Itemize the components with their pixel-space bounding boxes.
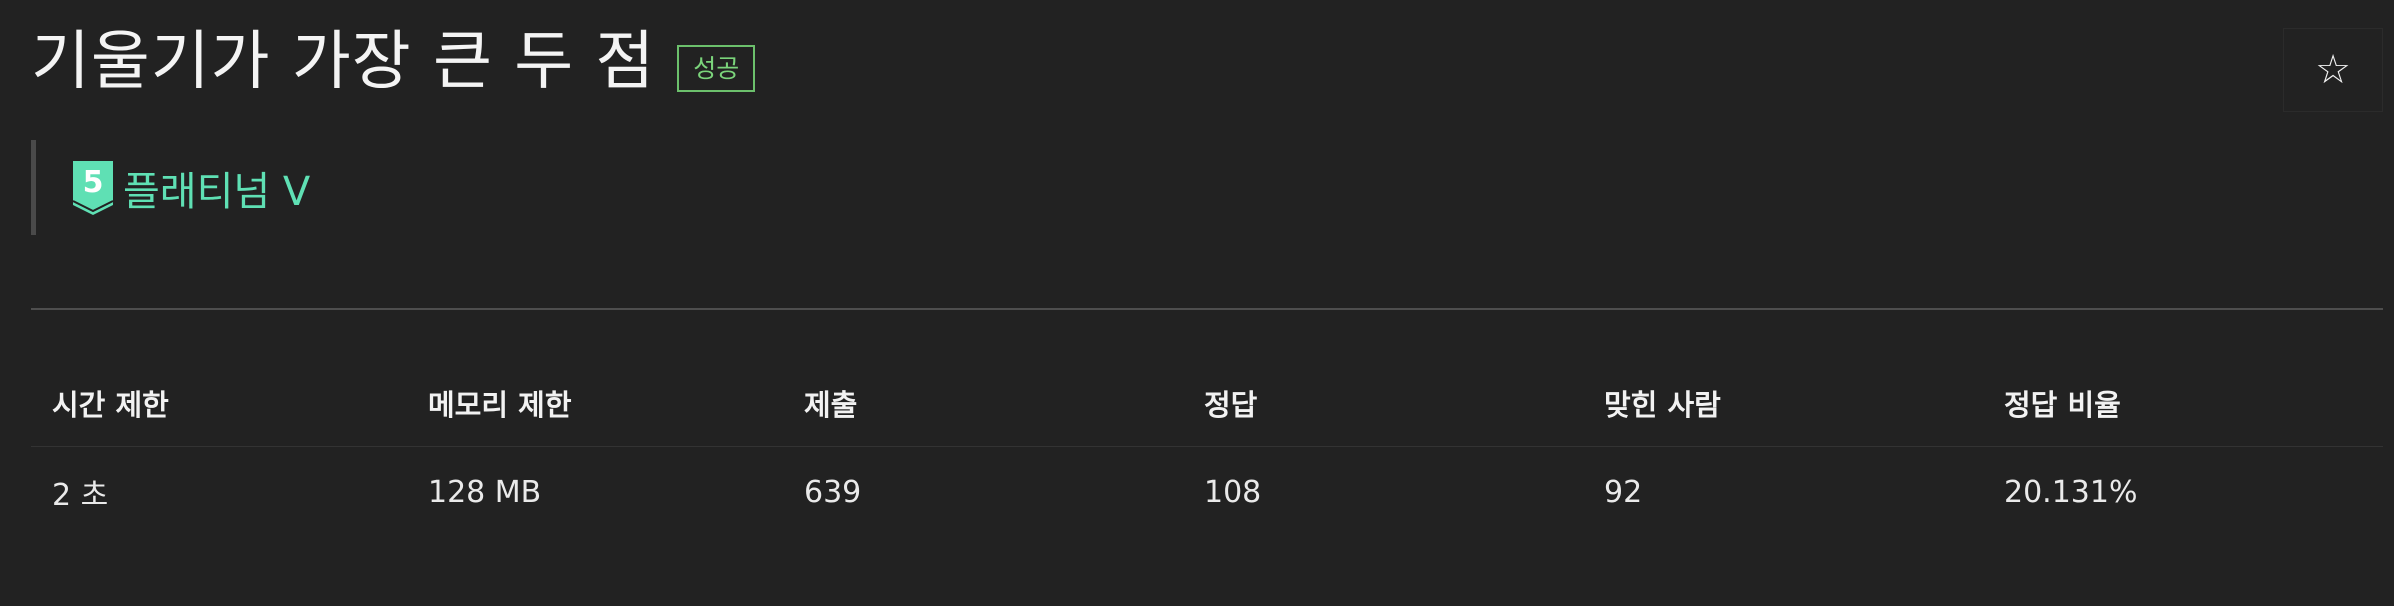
tier-block: 5 플래티넘 V	[31, 140, 310, 235]
problem-page: 기울기가 가장 큰 두 점 성공 ☆ 5 플래티넘 V 시간 제한 메모리 제한…	[0, 0, 2394, 606]
table-row: 2 초 128 MB 639 108 92 20.131%	[31, 447, 2383, 537]
star-icon: ☆	[2315, 47, 2351, 93]
header-accept-ratio: 정답 비율	[2004, 388, 2121, 422]
solved-users-value[interactable]: 92	[1583, 475, 1983, 510]
problem-title: 기울기가 가장 큰 두 점	[31, 25, 656, 99]
submissions-value[interactable]: 639	[783, 475, 1183, 510]
accept-ratio-value: 20.131%	[2004, 474, 2138, 510]
status-badge: 성공	[677, 45, 756, 92]
header-accepted: 정답	[1204, 388, 1258, 422]
tier-label[interactable]: 플래티넘 V	[123, 159, 310, 217]
header-solved-users: 맞힌 사람	[1604, 388, 1721, 422]
tier-level: 5	[83, 165, 104, 200]
header-time-limit: 시간 제한	[52, 388, 169, 422]
accepted-value: 108	[1204, 474, 1262, 510]
favorite-button[interactable]: ☆	[2283, 28, 2383, 112]
problem-info-table: 시간 제한 메모리 제한 제출 정답 맞힌 사람 정답 비율 2 초 128 M…	[31, 360, 2383, 537]
time-limit-value: 2 초	[52, 478, 109, 513]
table-header-row: 시간 제한 메모리 제한 제출 정답 맞힌 사람 정답 비율	[31, 360, 2383, 447]
title-row: 기울기가 가장 큰 두 점 성공	[31, 25, 756, 99]
header-memory-limit: 메모리 제한	[428, 388, 572, 422]
divider	[31, 308, 2383, 310]
platinum-tier-icon: 5	[73, 160, 113, 215]
memory-limit-value: 128 MB	[428, 474, 542, 510]
header-submissions: 제출	[804, 388, 858, 422]
